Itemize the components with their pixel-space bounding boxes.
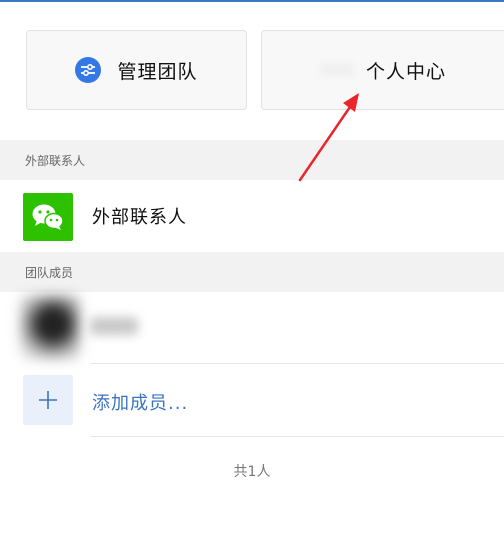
add-member-button[interactable] (23, 375, 73, 425)
member-count: 共1人 (233, 464, 271, 480)
add-member-link[interactable]: 添加成员... (92, 389, 188, 415)
sliders-icon (75, 57, 102, 83)
top-border (0, 0, 504, 2)
team-members-header: 团队成员 (0, 252, 504, 292)
external-contacts-header-label: 外部联系人 (25, 153, 86, 168)
avatar[interactable] (20, 295, 80, 360)
personal-center-label: 个人中心 (365, 60, 446, 83)
member-name[interactable] (90, 317, 138, 335)
manage-team-label: 管理团队 (117, 60, 198, 83)
team-members-header-label: 团队成员 (25, 265, 74, 280)
divider (90, 436, 504, 437)
divider (90, 363, 504, 364)
manage-team-button[interactable]: 管理团队 (26, 30, 247, 110)
external-contacts-item[interactable]: 外部联系人 (92, 203, 187, 229)
plus-icon (39, 391, 57, 409)
wechat-icon (23, 193, 73, 241)
external-contacts-header: 外部联系人 (0, 140, 504, 180)
personal-center-button[interactable]: 个人中心 (261, 30, 504, 110)
personal-center-icon (319, 63, 354, 77)
